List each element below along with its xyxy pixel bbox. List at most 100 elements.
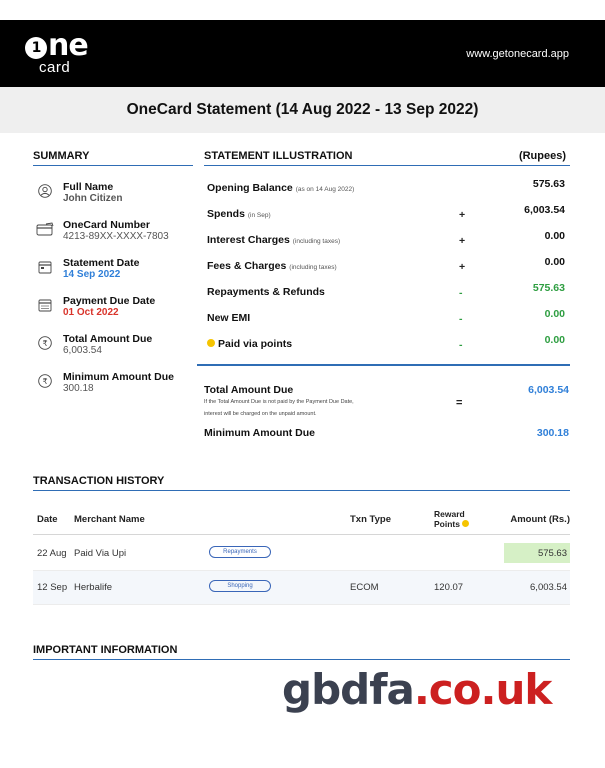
- logo-card-text: card: [39, 59, 71, 76]
- summary-heading: SUMMARY: [33, 150, 193, 166]
- illustration-row-repayments: Repayments & Refunds - 575.63: [207, 282, 569, 302]
- summary-value: 300.18: [63, 383, 94, 394]
- row-label: Interest Charges: [207, 234, 290, 246]
- min-due-label: Minimum Amount Due: [204, 427, 316, 439]
- col-date: Date: [37, 514, 58, 525]
- summary-full-name: Full Name John Citizen: [33, 181, 193, 217]
- col-amount: Amount (Rs.): [510, 514, 570, 525]
- txn-date: 22 Aug: [37, 548, 67, 559]
- summary-value: 01 Oct 2022: [63, 307, 119, 318]
- calendar-due-icon: [38, 299, 52, 312]
- col-merchant: Merchant Name: [74, 514, 145, 525]
- watermark-part: .co.uk: [413, 665, 552, 714]
- svg-text:₹: ₹: [42, 377, 47, 386]
- total-due-note-line: If the Total Amount Due is not paid by t…: [204, 399, 354, 405]
- row-note: (including taxes): [292, 238, 341, 245]
- title-band: OneCard Statement (14 Aug 2022 - 13 Sep …: [0, 87, 605, 133]
- row-value: 6,003.54: [524, 204, 565, 216]
- col-reward-line: Reward: [434, 509, 465, 519]
- row-value: 575.63: [532, 282, 565, 294]
- txn-type: ECOM: [350, 582, 379, 593]
- table-row: [33, 571, 570, 605]
- row-label: Fees & Charges: [207, 260, 287, 272]
- illustration-unit: (Rupees): [518, 150, 566, 162]
- illustration-row-new-emi: New EMI - 0.00: [207, 308, 569, 328]
- summary-label: Total Amount Due: [63, 333, 153, 345]
- txn-merchant: Paid Via Upi: [74, 548, 127, 559]
- statement-header: 1onene card www.getonecard.app: [0, 20, 605, 87]
- illustration-heading: STATEMENT ILLUSTRATION (Rupees): [204, 150, 570, 166]
- row-operator: -: [459, 339, 463, 351]
- transaction-history-heading: TRANSACTION HISTORY: [33, 475, 570, 491]
- user-icon: [38, 184, 52, 198]
- watermark-part: gbdfa: [282, 665, 415, 714]
- txn-merchant: Herbalife: [74, 582, 113, 593]
- col-points-line: Points: [434, 519, 460, 529]
- row-label: Spends: [207, 208, 245, 220]
- summary-value: 4213-89XX-XXXX-7803: [63, 231, 169, 242]
- txn-amount: 6,003.54: [530, 582, 567, 593]
- total-due-value: 6,003.54: [528, 384, 569, 396]
- summary-label: Minimum Amount Due: [63, 371, 175, 383]
- illustration-row-fees: Fees & Charges (including taxes) + 0.00: [207, 256, 569, 276]
- txn-amount: 575.63: [537, 548, 567, 559]
- statement-title: OneCard Statement (14 Aug 2022 - 13 Sep …: [126, 101, 479, 118]
- illustration-title: STATEMENT ILLUSTRATION: [204, 150, 353, 162]
- txn-category-tag[interactable]: Shopping: [209, 580, 271, 592]
- summary-card-number: OneCard Number 4213-89XX-XXXX-7803: [33, 219, 193, 255]
- svg-text:₹: ₹: [42, 339, 47, 348]
- row-label: New EMI: [207, 312, 251, 324]
- summary-label: Full Name: [63, 181, 114, 193]
- row-label: Repayments & Refunds: [207, 286, 325, 298]
- illustration-row-spends: Spends (in Sep) + 6,003.54: [207, 204, 569, 224]
- totals-divider: [197, 364, 570, 366]
- illustration-row-opening-balance: Opening Balance (as on 14 Aug 2022) 575.…: [207, 178, 569, 198]
- txn-date: 12 Sep: [37, 582, 68, 593]
- website-link[interactable]: www.getonecard.app: [466, 48, 569, 60]
- important-information-heading: IMPORTANT INFORMATION: [33, 644, 570, 660]
- row-note: (including taxes): [289, 264, 337, 271]
- txn-points: 120.07: [434, 582, 464, 593]
- col-txn-type: Txn Type: [350, 514, 391, 525]
- illustration-row-points: Paid via points - 0.00: [207, 334, 569, 354]
- rupee-icon: ₹: [38, 374, 52, 388]
- row-label: Opening Balance: [207, 182, 293, 194]
- row-operator: -: [459, 287, 463, 299]
- row-operator: -: [459, 313, 463, 325]
- rupee-icon: ₹: [38, 336, 52, 350]
- row-value: 0.00: [544, 230, 565, 242]
- row-operator: +: [459, 209, 466, 221]
- summary-label: Statement Date: [63, 257, 140, 269]
- illustration-row-interest: Interest Charges (including taxes) + 0.0…: [207, 230, 569, 250]
- table-header-divider: [33, 534, 570, 535]
- txn-category-tag[interactable]: Repayments: [209, 546, 271, 558]
- total-due-note: If the Total Amount Due is not paid by t…: [204, 396, 404, 420]
- equals-sign: =: [456, 397, 463, 409]
- summary-minimum-amount-due: ₹ Minimum Amount Due 300.18: [33, 371, 193, 407]
- watermark: gbdfa.co.uk: [282, 665, 552, 715]
- row-value: 575.63: [532, 178, 565, 190]
- row-value: 0.00: [544, 308, 565, 320]
- summary-statement-date: Statement Date 14 Sep 2022: [33, 257, 193, 293]
- summary-total-amount-due: ₹ Total Amount Due 6,003.54: [33, 333, 193, 369]
- onecard-logo: 1onene card: [25, 31, 89, 76]
- total-due-note-line: interest will be charged on the unpaid a…: [204, 411, 317, 417]
- summary-value: 14 Sep 2022: [63, 269, 121, 280]
- row-divider: [33, 604, 570, 605]
- row-operator: +: [459, 235, 466, 247]
- summary-label: OneCard Number: [63, 219, 150, 231]
- row-value: 0.00: [544, 256, 565, 268]
- min-due-value: 300.18: [536, 427, 569, 439]
- summary-value: 6,003.54: [63, 345, 102, 356]
- col-reward-points: Reward Points: [434, 509, 472, 529]
- total-due-label: Total Amount Due: [204, 384, 294, 396]
- row-note: (in Sep): [247, 212, 271, 219]
- row-operator: +: [459, 261, 466, 273]
- row-value: 0.00: [544, 334, 565, 346]
- row-label: Paid via points: [218, 338, 293, 350]
- points-coin-icon: [461, 520, 469, 527]
- card-icon: [36, 222, 54, 236]
- points-coin-icon: [207, 339, 215, 347]
- summary-label: Payment Due Date: [63, 295, 156, 307]
- row-note: (as on 14 Aug 2022): [295, 186, 355, 193]
